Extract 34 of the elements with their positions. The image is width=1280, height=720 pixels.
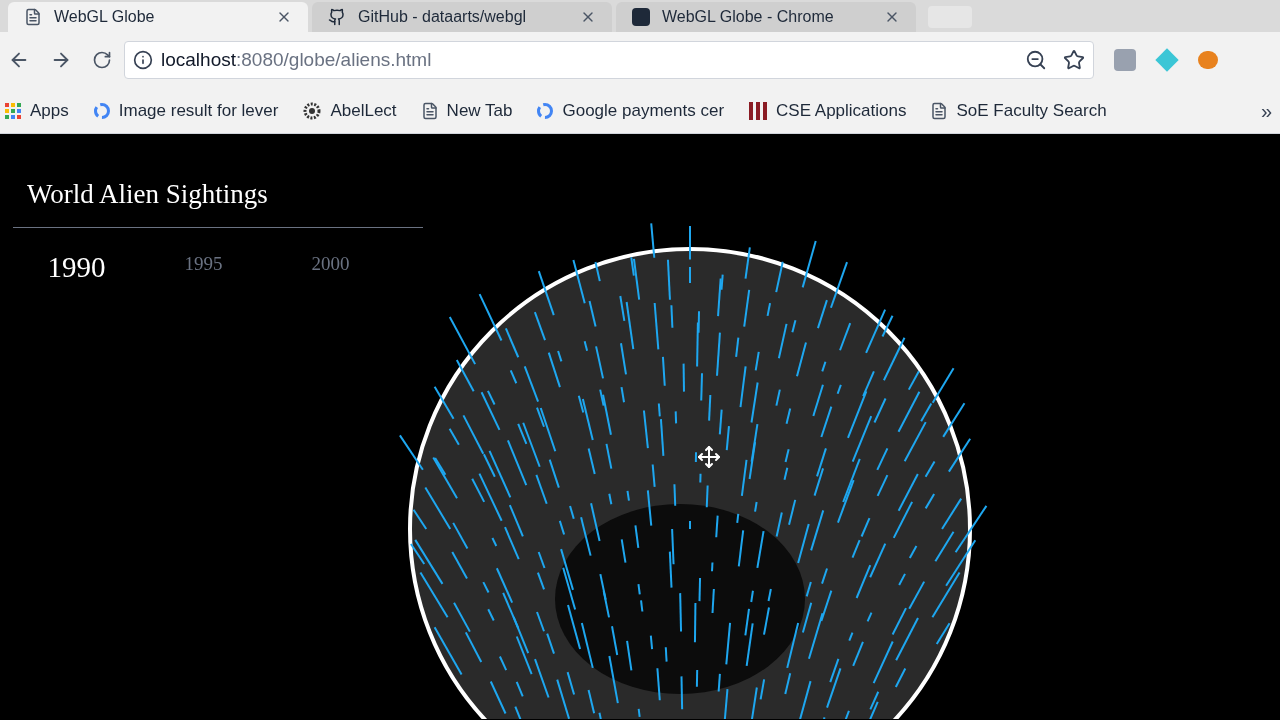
bookmark[interactable]: Image result for lever xyxy=(92,97,295,124)
bookmark[interactable]: New Tab xyxy=(420,97,529,124)
bookmark[interactable]: Apps xyxy=(4,97,85,124)
address-bar[interactable]: localhost:8080/globe/aliens.html xyxy=(124,41,1094,79)
page-icon xyxy=(420,101,439,120)
github-icon xyxy=(328,8,346,26)
tab-title: WebGL Globe - Chrome xyxy=(662,7,835,27)
bookmark[interactable]: Google payments cer xyxy=(536,97,741,124)
url-host: localhost xyxy=(161,47,236,72)
zoom-icon[interactable] xyxy=(1025,49,1047,71)
tab-title: GitHub - dataarts/webgl xyxy=(358,7,528,27)
browser-tab[interactable]: GitHub - dataarts/webgl xyxy=(312,2,612,32)
browser-tab[interactable]: WebGL Globe xyxy=(8,2,308,32)
bars-logo-icon xyxy=(748,100,769,121)
move-cursor-icon xyxy=(697,445,721,469)
page-title: World Alien Sightings xyxy=(13,174,423,228)
url-path: :8080/globe/aliens.html xyxy=(236,47,432,72)
tab-title: WebGL Globe xyxy=(54,7,156,27)
browser-tab[interactable]: WebGL Globe - Chrome xyxy=(616,2,916,32)
gear-icon xyxy=(302,100,323,121)
year-link[interactable]: 1990 xyxy=(13,245,140,289)
year-link[interactable]: 1995 xyxy=(140,245,267,289)
page-icon xyxy=(24,8,42,26)
bookmark[interactable]: AbelLect xyxy=(302,97,413,124)
bookmark[interactable]: CSE Applications xyxy=(748,97,923,124)
globe-drawing[interactable] xyxy=(398,222,988,719)
star-icon[interactable] xyxy=(1063,49,1085,71)
page-icon xyxy=(930,101,949,120)
year-link[interactable]: 2000 xyxy=(267,245,394,289)
apps-grid-icon xyxy=(4,101,22,120)
bookmark[interactable]: SoE Faculty Search xyxy=(930,97,1123,124)
more-bookmarks-button[interactable]: » xyxy=(1260,95,1272,126)
reload-icon[interactable] xyxy=(92,50,112,70)
info-icon xyxy=(133,50,153,70)
